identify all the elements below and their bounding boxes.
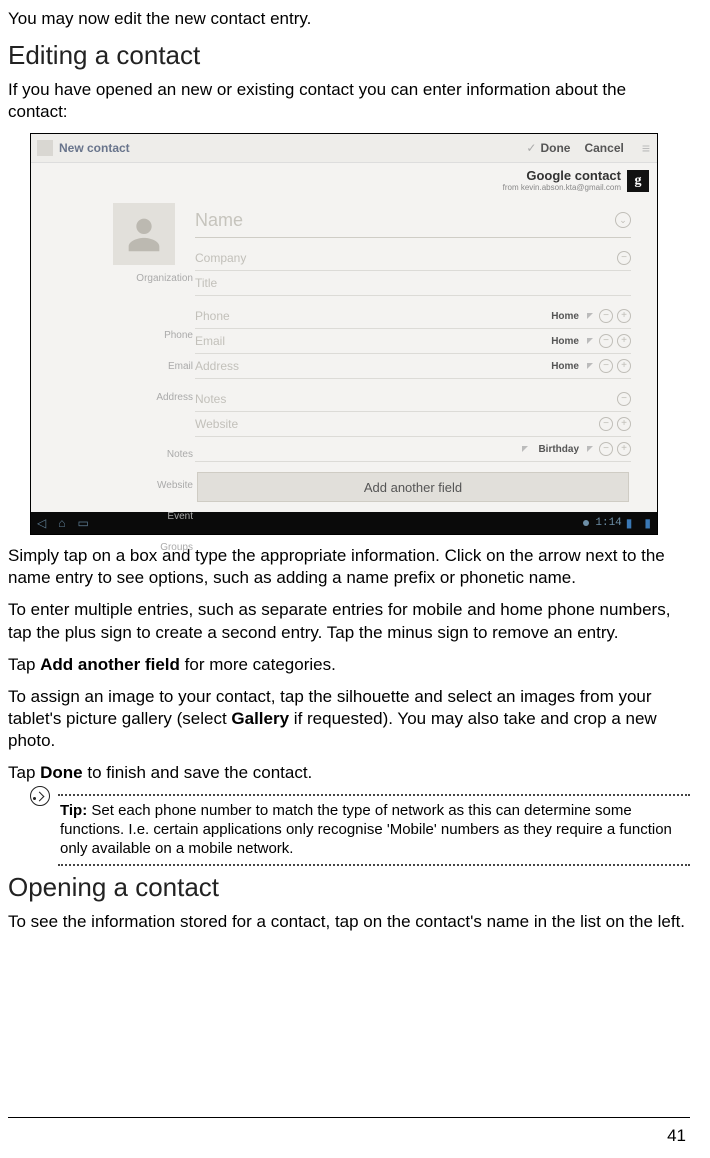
opening-paragraph-1: To see the information stored for a cont… <box>8 911 690 933</box>
notes-placeholder: Notes <box>195 392 613 406</box>
recents-icon[interactable]: ▭ <box>77 516 88 530</box>
account-header: Google contact from kevin.abson.kta@gmai… <box>503 169 649 192</box>
contact-avatar[interactable] <box>113 203 175 265</box>
event-field-row[interactable]: Birthday − + <box>195 437 631 462</box>
dropdown-icon[interactable] <box>587 446 593 452</box>
intro-paragraph: You may now edit the new contact entry. <box>8 8 690 30</box>
contact-card-icon <box>37 140 53 156</box>
heading-opening-contact: Opening a contact <box>8 872 690 903</box>
add-icon[interactable]: + <box>617 442 631 456</box>
title-field-row[interactable]: Title <box>195 271 631 296</box>
remove-icon[interactable]: − <box>599 442 613 456</box>
notes-field-row[interactable]: Notes − <box>195 387 631 412</box>
remove-icon[interactable]: − <box>599 359 613 373</box>
page-number: 41 <box>667 1126 686 1146</box>
person-silhouette-icon <box>121 211 167 257</box>
screenshot-topbar: New contact Done Cancel ≡ <box>31 134 657 163</box>
remove-icon[interactable]: − <box>599 309 613 323</box>
dropdown-icon[interactable] <box>587 363 593 369</box>
dropdown-icon[interactable] <box>587 338 593 344</box>
cancel-button[interactable]: Cancel <box>584 141 623 155</box>
website-placeholder: Website <box>195 417 595 431</box>
battery-icon: ▮ <box>644 516 651 530</box>
label-phone: Phone <box>113 330 193 341</box>
add-another-field-button[interactable]: Add another field <box>197 472 629 502</box>
tip-text: Set each phone number to match the type … <box>60 802 672 857</box>
label-groups: Groups <box>113 542 193 553</box>
dropdown-icon[interactable] <box>522 446 528 452</box>
label-organization: Organization <box>113 273 193 284</box>
address-type[interactable]: Home <box>551 361 579 372</box>
google-badge-icon: g <box>627 170 649 192</box>
remove-icon[interactable]: − <box>617 392 631 406</box>
add-icon[interactable]: + <box>617 417 631 431</box>
screenshot-body: Google contact from kevin.abson.kta@gmai… <box>31 163 657 512</box>
phone-placeholder: Phone <box>195 309 543 323</box>
title-placeholder: Title <box>195 276 631 290</box>
label-event: Event <box>113 511 193 522</box>
clock: 1:14 <box>595 517 621 529</box>
label-website: Website <box>113 480 193 491</box>
remove-icon[interactable]: − <box>599 417 613 431</box>
name-placeholder: Name <box>195 210 615 231</box>
address-placeholder: Address <box>195 359 543 373</box>
name-expand-icon[interactable]: ⌄ <box>615 212 631 228</box>
form-fields: Name ⌄ Company − Title Phone Home − + <box>195 203 631 486</box>
address-field-row[interactable]: Address Home − + <box>195 354 631 379</box>
add-icon[interactable]: + <box>617 309 631 323</box>
name-field-row[interactable]: Name ⌄ <box>195 203 631 238</box>
label-address: Address <box>113 392 193 403</box>
email-field-row[interactable]: Email Home − + <box>195 329 631 354</box>
account-email: from kevin.abson.kta@gmail.com <box>503 184 621 193</box>
company-placeholder: Company <box>195 251 613 265</box>
back-icon[interactable]: ◁ <box>37 516 46 530</box>
after-paragraph-3: Tap Add another field for more categorie… <box>8 654 690 676</box>
label-notes: Notes <box>113 449 193 460</box>
tip-callout: Tip: Set each phone number to match the … <box>30 794 690 866</box>
footer-rule <box>8 1117 690 1118</box>
after-paragraph-2: To enter multiple entries, such as separ… <box>8 599 690 643</box>
website-field-row[interactable]: Website − + <box>195 412 631 437</box>
screen-title: New contact <box>59 141 130 155</box>
after-paragraph-4: To assign an image to your contact, tap … <box>8 686 690 752</box>
email-type[interactable]: Home <box>551 336 579 347</box>
done-button[interactable]: Done <box>526 141 570 155</box>
phone-type[interactable]: Home <box>551 311 579 322</box>
editing-paragraph-1: If you have opened an new or existing co… <box>8 79 690 123</box>
remove-icon[interactable]: − <box>617 251 631 265</box>
heading-editing-contact: Editing a contact <box>8 40 690 71</box>
remove-icon[interactable]: − <box>599 334 613 348</box>
home-icon[interactable]: ⌂ <box>58 516 65 530</box>
company-field-row[interactable]: Company − <box>195 246 631 271</box>
add-icon[interactable]: + <box>617 334 631 348</box>
new-contact-screenshot: New contact Done Cancel ≡ Google contact… <box>30 133 658 535</box>
label-email: Email <box>113 361 193 372</box>
after-paragraph-5: Tap Done to finish and save the contact. <box>8 762 690 784</box>
phone-field-row[interactable]: Phone Home − + <box>195 304 631 329</box>
dropdown-icon[interactable] <box>587 313 593 319</box>
add-icon[interactable]: + <box>617 359 631 373</box>
account-type: Google contact <box>503 169 621 183</box>
field-labels-column: Organization Phone Email Address Notes W… <box>113 273 193 553</box>
notification-dot-icon <box>583 520 589 526</box>
wifi-icon: ▮ <box>626 516 633 530</box>
tip-icon <box>30 786 50 806</box>
event-type[interactable]: Birthday <box>538 444 579 455</box>
overflow-menu-icon[interactable]: ≡ <box>642 140 651 156</box>
after-paragraph-1: Simply tap on a box and type the appropr… <box>8 545 690 589</box>
email-placeholder: Email <box>195 334 543 348</box>
tip-label: Tip: <box>60 802 87 819</box>
